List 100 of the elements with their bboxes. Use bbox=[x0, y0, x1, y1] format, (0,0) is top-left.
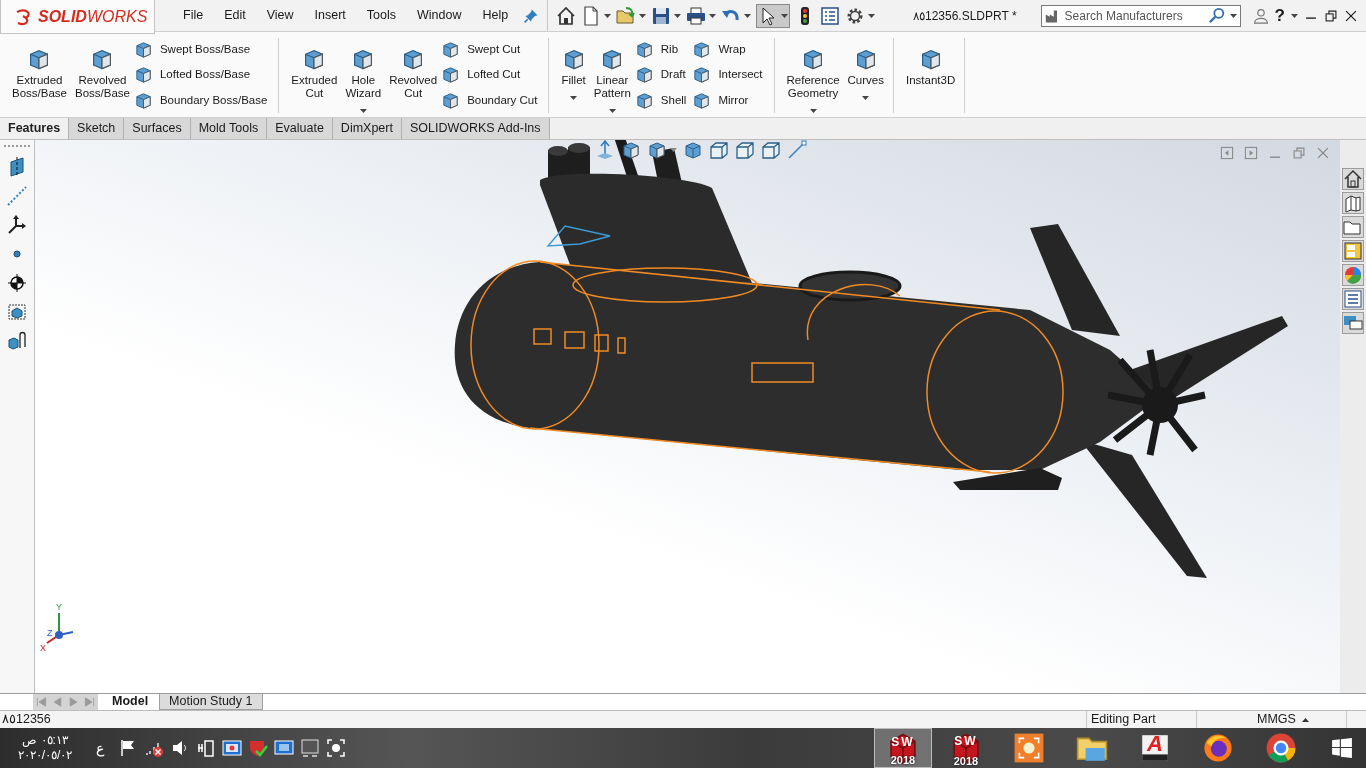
ribbon-button[interactable]: Shell bbox=[634, 87, 693, 113]
grip-icon[interactable] bbox=[3, 144, 31, 148]
wireframe-cube-icon[interactable] bbox=[709, 140, 729, 160]
focus-icon[interactable] bbox=[326, 738, 346, 758]
caret-icon[interactable] bbox=[608, 109, 616, 113]
books-icon[interactable] bbox=[1342, 192, 1364, 214]
home-icon[interactable] bbox=[1342, 168, 1364, 190]
battery-icon[interactable] bbox=[196, 738, 216, 758]
search-input[interactable]: Search Manufacturers bbox=[1064, 6, 1204, 25]
cube-icon[interactable] bbox=[647, 140, 667, 160]
help-button[interactable]: ? bbox=[1274, 7, 1285, 24]
command-tab[interactable]: Mold Tools bbox=[190, 118, 268, 139]
caret-icon[interactable] bbox=[781, 13, 789, 18]
ribbon-button[interactable]: Rib bbox=[634, 37, 693, 63]
caret-icon[interactable] bbox=[670, 148, 677, 152]
chat-icon[interactable] bbox=[1342, 312, 1364, 334]
caret-icon[interactable] bbox=[744, 13, 752, 18]
menu-item[interactable]: Edit bbox=[218, 5, 252, 26]
color-ball-icon[interactable] bbox=[1342, 264, 1364, 286]
ribbon-button[interactable]: Intersect bbox=[692, 62, 769, 88]
search-field[interactable]: Search Manufacturers bbox=[1040, 4, 1241, 27]
wireframe-cube-icon[interactable] bbox=[735, 140, 755, 160]
ribbon-button[interactable]: Swept Boss/Base bbox=[133, 37, 274, 63]
ribbon-button[interactable]: Draft bbox=[634, 62, 693, 88]
panel-right-icon[interactable] bbox=[1244, 146, 1258, 160]
user-icon[interactable] bbox=[1252, 6, 1269, 25]
monitor-icon[interactable] bbox=[300, 738, 320, 758]
ribbon-button[interactable]: Extruded Boss/Base bbox=[8, 41, 71, 113]
ribbon-button[interactable]: Revolved Boss/Base bbox=[70, 41, 134, 113]
menu-item[interactable]: Insert bbox=[308, 5, 352, 26]
ribbon-button[interactable]: Curves bbox=[843, 41, 888, 113]
select-button[interactable] bbox=[756, 3, 791, 28]
command-tab[interactable]: SOLIDWORKS Add-Ins bbox=[401, 118, 550, 139]
shield-check-icon[interactable] bbox=[248, 738, 268, 758]
axes-icon[interactable] bbox=[7, 215, 27, 235]
caret-icon[interactable] bbox=[862, 96, 870, 100]
ribbon-button[interactable]: Boundary Cut bbox=[441, 87, 544, 113]
caret-icon[interactable] bbox=[604, 13, 612, 18]
ribbon-button[interactable]: Revolved Cut bbox=[385, 41, 442, 113]
ribbon-button[interactable]: Swept Cut bbox=[441, 37, 544, 63]
home-icon[interactable] bbox=[556, 5, 577, 26]
command-tab[interactable]: Sketch bbox=[69, 118, 125, 139]
caret-icon[interactable] bbox=[1229, 13, 1237, 18]
ribbon-button[interactable]: Lofted Boss/Base bbox=[133, 62, 274, 88]
search-icon[interactable] bbox=[1207, 6, 1226, 25]
ribbon-button[interactable]: Extruded Cut bbox=[287, 41, 342, 113]
printer-icon[interactable] bbox=[686, 5, 707, 26]
language-indicator[interactable]: ع bbox=[96, 737, 104, 759]
close-icon[interactable] bbox=[1344, 8, 1358, 23]
folder-icon[interactable] bbox=[1342, 216, 1364, 238]
layout-icon[interactable] bbox=[1342, 240, 1364, 262]
list-icon[interactable] bbox=[1342, 288, 1364, 310]
caret-icon[interactable] bbox=[674, 13, 682, 18]
menu-item[interactable]: Window bbox=[411, 5, 468, 26]
cube-icon[interactable] bbox=[621, 140, 641, 160]
ribbon-button[interactable]: Mirror bbox=[692, 87, 769, 113]
paperclip-icon[interactable] bbox=[7, 331, 27, 351]
ribbon-button[interactable]: Fillet bbox=[557, 41, 590, 113]
command-tab[interactable]: Evaluate bbox=[267, 118, 333, 139]
panel-left-icon[interactable] bbox=[1220, 146, 1234, 160]
ribbon-button[interactable]: Linear Pattern bbox=[589, 41, 635, 113]
caret-icon[interactable] bbox=[570, 96, 578, 100]
cube-icon bbox=[692, 65, 712, 85]
restore-icon[interactable] bbox=[1324, 8, 1338, 23]
save-icon[interactable] bbox=[651, 5, 672, 26]
ribbon-button[interactable]: Lofted Cut bbox=[441, 62, 544, 88]
taskbar-app-button[interactable]: SW 2018 bbox=[874, 728, 932, 768]
list-icon[interactable] bbox=[820, 5, 841, 26]
command-tab[interactable]: DimXpert bbox=[332, 118, 402, 139]
menu-item[interactable]: File bbox=[177, 5, 210, 26]
clock[interactable]: ٠٥:١٣ ص ٢٠٢٠/٠٥/٠٢ bbox=[10, 733, 80, 763]
menu-item[interactable]: View bbox=[260, 5, 300, 26]
dashed-line-icon[interactable] bbox=[7, 186, 27, 206]
caret-icon[interactable] bbox=[809, 109, 817, 113]
taskbar-app-button[interactable]: A bbox=[1126, 728, 1184, 768]
caret-icon[interactable] bbox=[868, 13, 876, 18]
caret-icon[interactable] bbox=[1301, 717, 1309, 722]
menu-item[interactable]: Tools bbox=[360, 5, 403, 26]
ribbon-button[interactable]: Wrap bbox=[692, 37, 769, 63]
caret-icon[interactable] bbox=[1291, 13, 1298, 18]
taskbar-app-button[interactable]: SW 2018 bbox=[937, 728, 995, 768]
menu-item[interactable]: Help bbox=[476, 5, 515, 26]
laptop-icon[interactable] bbox=[274, 738, 294, 758]
bounding-box-icon[interactable] bbox=[7, 302, 27, 322]
wireframe-cube-icon[interactable] bbox=[761, 140, 781, 160]
caret-icon[interactable] bbox=[709, 13, 717, 18]
caret-icon[interactable] bbox=[639, 13, 647, 18]
ribbon-button[interactable]: Reference Geometry bbox=[782, 41, 844, 113]
plane-icon[interactable] bbox=[7, 157, 27, 177]
ribbon-button[interactable]: Instant3D bbox=[902, 41, 960, 113]
center-mark-icon[interactable] bbox=[7, 273, 27, 293]
line-icon[interactable] bbox=[787, 140, 807, 160]
pin-icon[interactable] bbox=[523, 7, 540, 24]
model-tab[interactable]: Motion Study 1 bbox=[159, 694, 263, 710]
arrow-icon[interactable] bbox=[595, 140, 615, 160]
ribbon-button[interactable]: Hole Wizard bbox=[341, 41, 386, 113]
screen-icon[interactable] bbox=[222, 738, 242, 758]
command-tab[interactable]: Surfaces bbox=[124, 118, 191, 139]
caret-icon[interactable] bbox=[359, 109, 367, 113]
ribbon-button[interactable]: Boundary Boss/Base bbox=[133, 87, 274, 113]
